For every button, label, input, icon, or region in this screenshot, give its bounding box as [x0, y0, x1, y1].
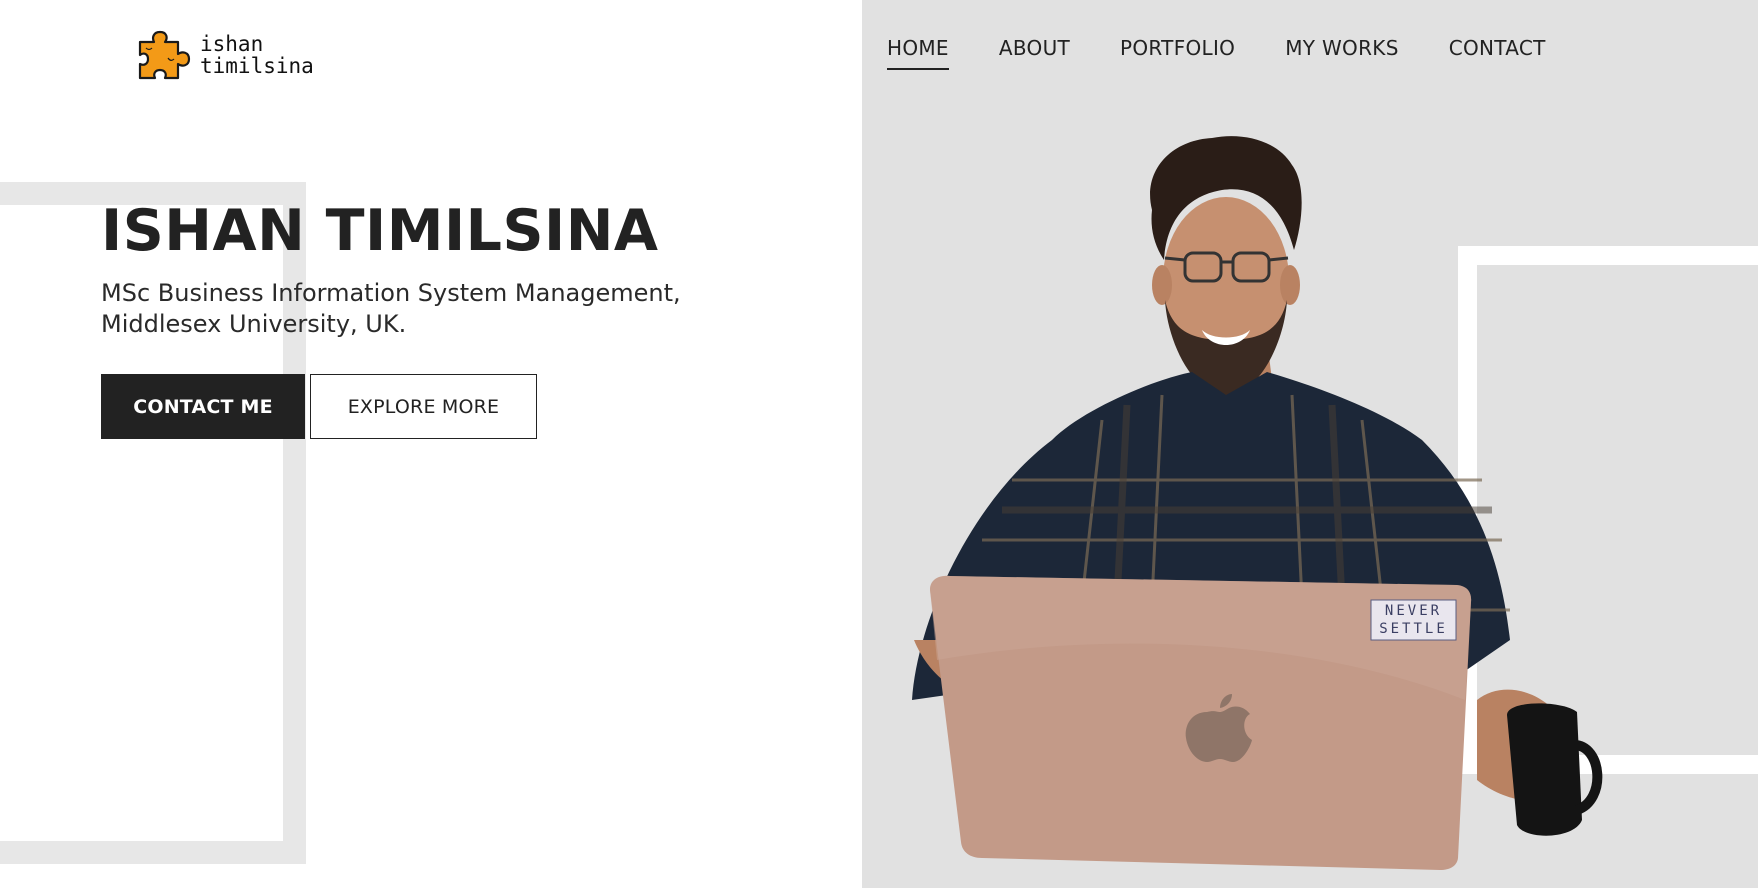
profile-photo	[912, 136, 1603, 870]
explore-more-button[interactable]: EXPLORE MORE	[310, 374, 537, 439]
hero-name-heading: ISHAN TIMILSINA	[101, 198, 659, 264]
sticker-line-2: SETTLE	[1379, 621, 1448, 637]
nav-item-home[interactable]: HOME	[887, 36, 949, 70]
page: ishan timilsina ISHAN TIMILSINA MSc Busi…	[0, 0, 1758, 888]
logo-wordmark: ishan timilsina	[200, 33, 314, 77]
hero-subtitle: MSc Business Information System Manageme…	[101, 278, 801, 340]
logo-line-2: timilsina	[200, 54, 314, 78]
nav-item-portfolio[interactable]: PORTFOLIO	[1120, 36, 1235, 70]
hero-right-panel: NEVER SETTLE HOME ABOUT PORTFOLIO MY WOR…	[862, 0, 1758, 888]
main-nav: HOME ABOUT PORTFOLIO MY WORKS CONTACT	[887, 36, 1546, 70]
site-logo[interactable]: ishan timilsina	[134, 28, 314, 82]
hero-subtitle-line-2: Middlesex University, UK.	[101, 310, 407, 338]
hero-buttons: CONTACT ME EXPLORE MORE	[101, 374, 537, 439]
puzzle-piece-icon	[138, 30, 191, 80]
hero-text: ISHAN TIMILSINA MSc Business Information…	[101, 196, 801, 340]
nav-item-contact[interactable]: CONTACT	[1449, 36, 1546, 70]
nav-item-about[interactable]: ABOUT	[999, 36, 1070, 70]
sticker-line-1: NEVER	[1384, 603, 1443, 619]
contact-me-button[interactable]: CONTACT ME	[101, 374, 305, 439]
hero-subtitle-line-1: MSc Business Information System Manageme…	[101, 279, 681, 307]
logo-line-1: ishan	[200, 32, 264, 56]
nav-item-my-works[interactable]: MY WORKS	[1285, 36, 1398, 70]
hero-left-panel: ishan timilsina ISHAN TIMILSINA MSc Busi…	[0, 0, 862, 888]
laptop-sticker: NEVER SETTLE	[1371, 602, 1456, 638]
